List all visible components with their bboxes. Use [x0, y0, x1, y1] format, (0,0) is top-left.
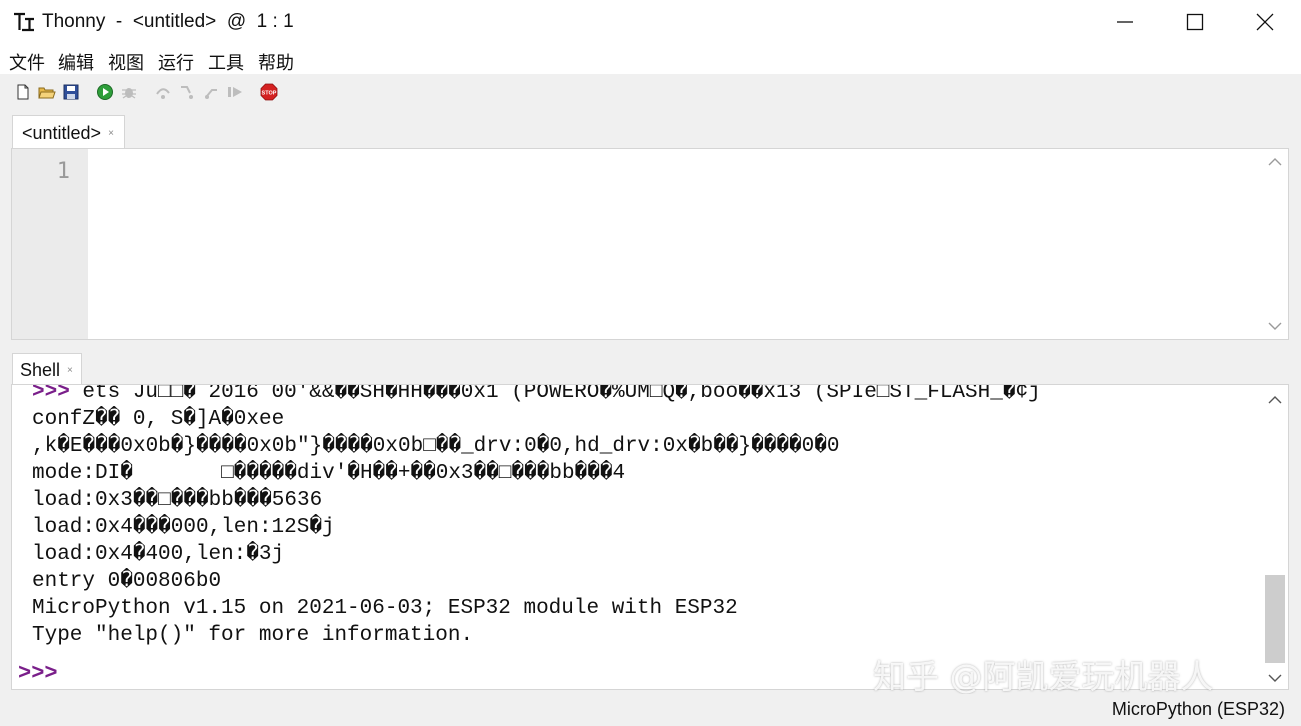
menu-run[interactable]: 运行: [158, 49, 194, 75]
menu-edit[interactable]: 编辑: [58, 49, 94, 75]
stop-icon-label: STOP: [262, 90, 277, 96]
scroll-down-icon[interactable]: [1268, 321, 1282, 331]
shell-scroll-down-icon[interactable]: [1268, 673, 1282, 683]
shell-line: mode:DI� □�����div'�H��+��0x3��□���bb���…: [32, 462, 626, 485]
shell-line: MicroPython v1.15 on 2021-06-03; ESP32 m…: [32, 597, 738, 620]
shell-tab-strip: Shell ×: [10, 353, 1290, 385]
shell-tab-label: Shell: [20, 360, 61, 380]
save-icon: [63, 84, 79, 100]
resume-icon: [228, 87, 242, 97]
editor-scrollbar[interactable]: [1262, 149, 1288, 339]
debug-button[interactable]: [119, 82, 139, 102]
step-out-button[interactable]: [201, 82, 221, 102]
toolbar: STOP: [0, 74, 1301, 110]
shell-tab-close-icon[interactable]: ×: [67, 365, 73, 376]
shell-line: load:0x3��□���bb���5636: [32, 489, 323, 512]
line-number: 1: [56, 159, 70, 184]
close-button[interactable]: [1230, 0, 1300, 44]
step-over-button[interactable]: [153, 82, 173, 102]
stop-icon: STOP: [260, 83, 278, 101]
shell-output: >>> ets Ju□□� 2016 00'&&��SH�HH���0x1 (P…: [32, 384, 1262, 649]
watermark: 知乎 @阿凯爱玩机器人: [873, 657, 1214, 696]
step-over-icon: [156, 88, 170, 99]
menu-bar: 文件 编辑 视图 运行 工具 帮助: [0, 44, 1301, 74]
step-out-icon: [205, 89, 217, 99]
shell-prompt: >>>: [32, 384, 83, 404]
tab-close-icon[interactable]: ×: [108, 128, 114, 139]
status-bar: MicroPython (ESP32): [0, 694, 1301, 726]
tab-label: <untitled>: [22, 123, 102, 143]
title-bar: Thonny - <untitled> @ 1 : 1: [0, 0, 1301, 44]
scroll-up-icon[interactable]: [1268, 157, 1282, 167]
debug-icon: [122, 88, 136, 99]
shell-line-text: ets Ju□□� 2016 00'&&��SH�HH���0x1 (POWER…: [82, 384, 1041, 404]
window-title: Thonny - <untitled> @ 1 : 1: [42, 11, 294, 32]
tab-shell[interactable]: Shell ×: [12, 353, 82, 385]
shell-line: load:0x4�400,len:�3j: [32, 543, 285, 566]
run-button[interactable]: [95, 82, 115, 102]
shell-line: confZ�� 0, S�]A�0xee: [32, 408, 285, 431]
close-icon: [1256, 13, 1274, 31]
tab-untitled[interactable]: <untitled> ×: [12, 115, 125, 149]
shell-scrollbar[interactable]: [1262, 385, 1288, 689]
open-folder-icon: [38, 87, 56, 99]
save-button[interactable]: [61, 82, 81, 102]
shell-line: >>> ets Ju□□� 2016 00'&&��SH�HH���0x1 (P…: [32, 384, 1262, 406]
stop-button[interactable]: STOP: [259, 82, 279, 102]
menu-file[interactable]: 文件: [9, 49, 45, 75]
minimize-button[interactable]: [1090, 0, 1160, 44]
shell-line: Type "help()" for more information.: [32, 624, 474, 647]
menu-help[interactable]: 帮助: [258, 49, 294, 75]
new-file-icon: [17, 84, 29, 100]
menu-tools[interactable]: 工具: [208, 49, 244, 75]
thonny-logo-icon: [14, 12, 34, 32]
shell-console[interactable]: >>> ets Ju□□� 2016 00'&&��SH�HH���0x1 (P…: [11, 384, 1289, 690]
maximize-button[interactable]: [1160, 0, 1230, 44]
shell-scroll-up-icon[interactable]: [1268, 395, 1282, 405]
new-file-button[interactable]: [13, 82, 33, 102]
shell-line: entry 0�00806b0: [32, 570, 222, 593]
step-into-button[interactable]: [177, 82, 197, 102]
minimize-icon: [1117, 21, 1133, 23]
line-number-gutter: 1: [12, 149, 88, 339]
maximize-icon: [1186, 13, 1204, 31]
resume-button[interactable]: [225, 82, 245, 102]
shell-line: ,k�E���0x0b�}����0x0b"}����0x0b□��_drv:0…: [32, 435, 840, 458]
shell-line: load:0x4���000,len:12S�j: [32, 516, 335, 539]
interpreter-selector[interactable]: MicroPython (ESP32): [1112, 699, 1285, 720]
code-editor[interactable]: 1: [11, 148, 1289, 340]
step-into-icon: [181, 86, 193, 99]
editor-tab-strip: <untitled> ×: [10, 115, 1290, 149]
run-icon: [97, 84, 113, 100]
menu-view[interactable]: 视图: [108, 49, 144, 75]
shell-input-prompt[interactable]: >>>: [18, 661, 58, 686]
open-file-button[interactable]: [37, 82, 57, 102]
shell-scroll-thumb[interactable]: [1265, 575, 1285, 663]
